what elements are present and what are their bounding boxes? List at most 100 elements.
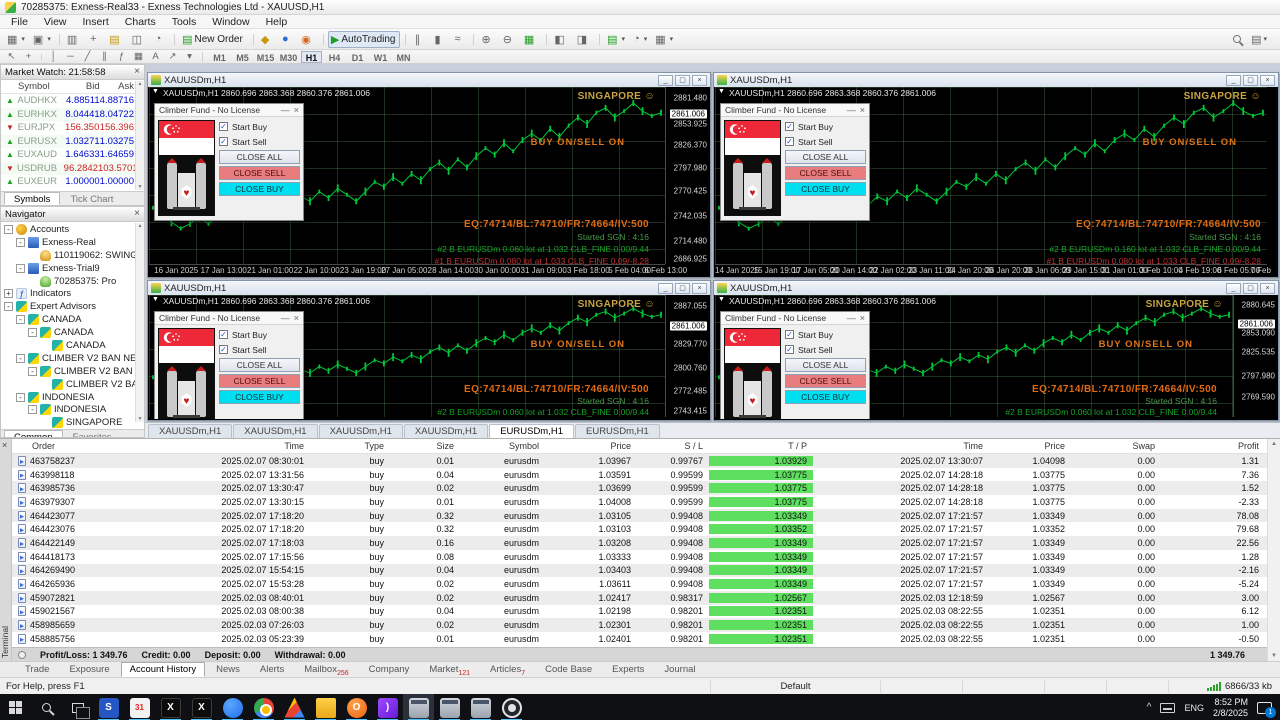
chart-dropdown-icon[interactable]: ▼ bbox=[152, 296, 159, 306]
trendline-tool[interactable]: ╱ bbox=[80, 51, 95, 63]
close-icon[interactable]: × bbox=[860, 106, 865, 115]
taskbar-app-mt-terminal-3[interactable] bbox=[465, 694, 496, 720]
column-stop-loss[interactable]: S / L bbox=[637, 441, 709, 451]
community-button[interactable]: ● bbox=[278, 31, 296, 48]
chart-tab-4[interactable]: XAUUSDm,H1 bbox=[404, 424, 488, 438]
navigator-tree-item[interactable]: - INDONESIA bbox=[1, 391, 144, 404]
chart-window-bottom-right[interactable]: XAUUSDm,H1 _ ▢ × ▼XAUUSDm,H1 2860.696 28… bbox=[713, 280, 1279, 421]
close-all-button[interactable]: CLOSE ALL bbox=[219, 358, 300, 372]
profiles-button[interactable]: ▣ ▾ bbox=[30, 31, 54, 48]
arrange-windows-button[interactable]: ◧ bbox=[551, 31, 571, 48]
market-watch-row[interactable]: AUDHKX 4.88511 4.88716 bbox=[1, 94, 144, 108]
restore-icon[interactable]: ▢ bbox=[1243, 283, 1258, 294]
history-row[interactable]: 463998118 2025.02.07 13:31:56 buy 0.04 e… bbox=[12, 468, 1267, 482]
terminal-tab-news[interactable]: News bbox=[207, 662, 249, 677]
zoom-in-button[interactable]: ⊕ bbox=[478, 31, 497, 48]
minimize-icon[interactable]: — bbox=[847, 106, 856, 115]
navigator-tree-item[interactable]: - CANADA bbox=[1, 313, 144, 326]
navigator-tree-item[interactable]: 110119062: SWING H bbox=[1, 249, 144, 262]
tree-expand-icon[interactable]: + bbox=[4, 289, 13, 298]
history-row[interactable]: 458985659 2025.02.03 07:26:03 buy 0.02 e… bbox=[12, 618, 1267, 632]
navigator-tree-item[interactable]: - Exness-Real bbox=[1, 236, 144, 249]
close-icon[interactable]: × bbox=[134, 67, 140, 77]
terminal-tab-articles[interactable]: Articles7 bbox=[481, 662, 534, 677]
menu-item[interactable]: File bbox=[3, 16, 36, 28]
history-row[interactable]: 463985736 2025.02.07 13:30:47 buy 0.02 e… bbox=[12, 481, 1267, 495]
signals-button[interactable]: ◉ bbox=[298, 31, 318, 48]
navigator-tree-item[interactable]: - Exness-Trial9 bbox=[1, 262, 144, 275]
terminal-tab-exposure[interactable]: Exposure bbox=[60, 662, 118, 677]
close-buy-button[interactable]: CLOSE BUY bbox=[785, 182, 866, 196]
market-watch-row[interactable]: EUXAUD 1.64633 1.64659 bbox=[1, 148, 144, 162]
market-watch-row[interactable]: EURJPX 156.350 156.396 bbox=[1, 121, 144, 135]
history-row[interactable]: 463758237 2025.02.07 08:30:01 buy 0.01 e… bbox=[12, 454, 1267, 468]
start-buy-checkbox[interactable]: ✓Start Buy bbox=[219, 328, 300, 341]
market-watch-row[interactable]: EUXEUR 1.00000 1.00000 bbox=[1, 175, 144, 189]
taskbar-app-browser[interactable] bbox=[217, 694, 248, 720]
indicators-button[interactable]: ◆ bbox=[258, 31, 276, 48]
menu-item[interactable]: Charts bbox=[117, 16, 164, 28]
market-watch-row[interactable]: USDRUB 96.2842 103.5701 bbox=[1, 162, 144, 176]
close-icon[interactable]: × bbox=[2, 440, 7, 450]
template-dropdown[interactable]: ▦ ▾ bbox=[652, 31, 676, 48]
navigator-tree-item[interactable]: - Expert Advisors bbox=[1, 300, 144, 313]
restore-icon[interactable]: ▢ bbox=[1243, 75, 1258, 86]
column-profit[interactable]: Profit bbox=[1161, 441, 1267, 451]
profile-selector[interactable]: Default bbox=[710, 680, 880, 693]
close-icon[interactable]: × bbox=[294, 314, 299, 323]
minimize-icon[interactable]: — bbox=[847, 314, 856, 323]
start-sell-checkbox[interactable]: ✓Start Sell bbox=[219, 343, 300, 356]
strategy-tester-toggle[interactable]: ◔ bbox=[151, 31, 169, 48]
taskbar-app-file-explorer[interactable] bbox=[310, 694, 341, 720]
column-take-profit[interactable]: T / P bbox=[709, 441, 813, 451]
menu-item[interactable]: Window bbox=[204, 16, 257, 28]
chart-tab-6[interactable]: EURUSDm,H1 bbox=[575, 424, 660, 438]
column-symbol[interactable]: Symbol bbox=[1, 81, 56, 92]
taskbar-app-mt-terminal-1[interactable] bbox=[403, 694, 434, 720]
tab-common[interactable]: Common bbox=[4, 430, 63, 438]
search-icon[interactable] bbox=[1233, 35, 1241, 43]
new-order-button[interactable]: ▤ New Order bbox=[179, 31, 248, 48]
minimize-icon[interactable]: — bbox=[281, 314, 290, 323]
column-bid[interactable]: Bid bbox=[56, 81, 100, 92]
close-icon[interactable]: × bbox=[1260, 75, 1275, 86]
tree-expand-icon[interactable]: - bbox=[28, 367, 37, 376]
cascade-windows-button[interactable]: ◨ bbox=[574, 31, 594, 48]
taskbar-clock[interactable]: 8:52 PM 2/8/2025 bbox=[1213, 697, 1248, 718]
chart-dropdown-icon[interactable]: ▼ bbox=[718, 88, 725, 98]
menu-item[interactable]: View bbox=[36, 16, 75, 28]
column-symbol[interactable]: Symbol bbox=[460, 441, 545, 451]
column-type[interactable]: Type bbox=[310, 441, 390, 451]
terminal-tab-trade[interactable]: Trade bbox=[16, 662, 58, 677]
terminal-tab-alerts[interactable]: Alerts bbox=[251, 662, 293, 677]
chart-dropdown-icon[interactable]: ▼ bbox=[718, 296, 725, 306]
timeframe-h4[interactable]: H4 bbox=[324, 51, 345, 63]
taskbar-app-drive[interactable] bbox=[279, 694, 310, 720]
close-icon[interactable]: × bbox=[134, 209, 140, 219]
column-size[interactable]: Size bbox=[390, 441, 460, 451]
chart-tab-2[interactable]: XAUUSDm,H1 bbox=[233, 424, 317, 438]
terminal-tab-journal[interactable]: Journal bbox=[655, 662, 704, 677]
period-dropdown[interactable]: ◔ ▾ bbox=[630, 31, 650, 48]
navigator-tree-item[interactable]: CANADA bbox=[1, 339, 144, 352]
language-indicator[interactable]: ENG bbox=[1184, 703, 1204, 713]
market-watch-scrollbar[interactable]: ▲▼ bbox=[135, 81, 144, 190]
column-close-price[interactable]: Price bbox=[989, 441, 1071, 451]
chart-window-bottom-left[interactable]: XAUUSDm,H1 _ ▢ × ▼XAUUSDm,H1 2860.696 28… bbox=[147, 280, 711, 421]
taskbar-app-chrome[interactable] bbox=[248, 694, 279, 720]
timeframe-m1[interactable]: M1 bbox=[209, 51, 230, 63]
horizontal-line-tool[interactable]: ─ bbox=[63, 51, 78, 63]
terminal-tab-code-base[interactable]: Code Base bbox=[536, 662, 601, 677]
navigator-tree-item[interactable]: - INDONESIA bbox=[1, 403, 144, 416]
minimize-icon[interactable]: _ bbox=[658, 283, 673, 294]
menu-item[interactable]: Tools bbox=[164, 16, 205, 28]
navigator-tree-item[interactable]: CLIMBER V2 BA bbox=[1, 378, 144, 391]
autotrading-button[interactable]: ▶ AutoTrading bbox=[328, 31, 401, 48]
navigator-toggle[interactable]: ▤ bbox=[106, 31, 126, 48]
minimize-icon[interactable]: _ bbox=[1226, 75, 1241, 86]
close-buy-button[interactable]: CLOSE BUY bbox=[219, 182, 300, 196]
task-view-button[interactable] bbox=[62, 694, 93, 720]
navigator-tree-item[interactable]: - CLIMBER V2 BAN N bbox=[1, 365, 144, 378]
tree-expand-icon[interactable]: - bbox=[16, 264, 25, 273]
terminal-tab-mailbox[interactable]: Mailbox256 bbox=[295, 662, 357, 677]
